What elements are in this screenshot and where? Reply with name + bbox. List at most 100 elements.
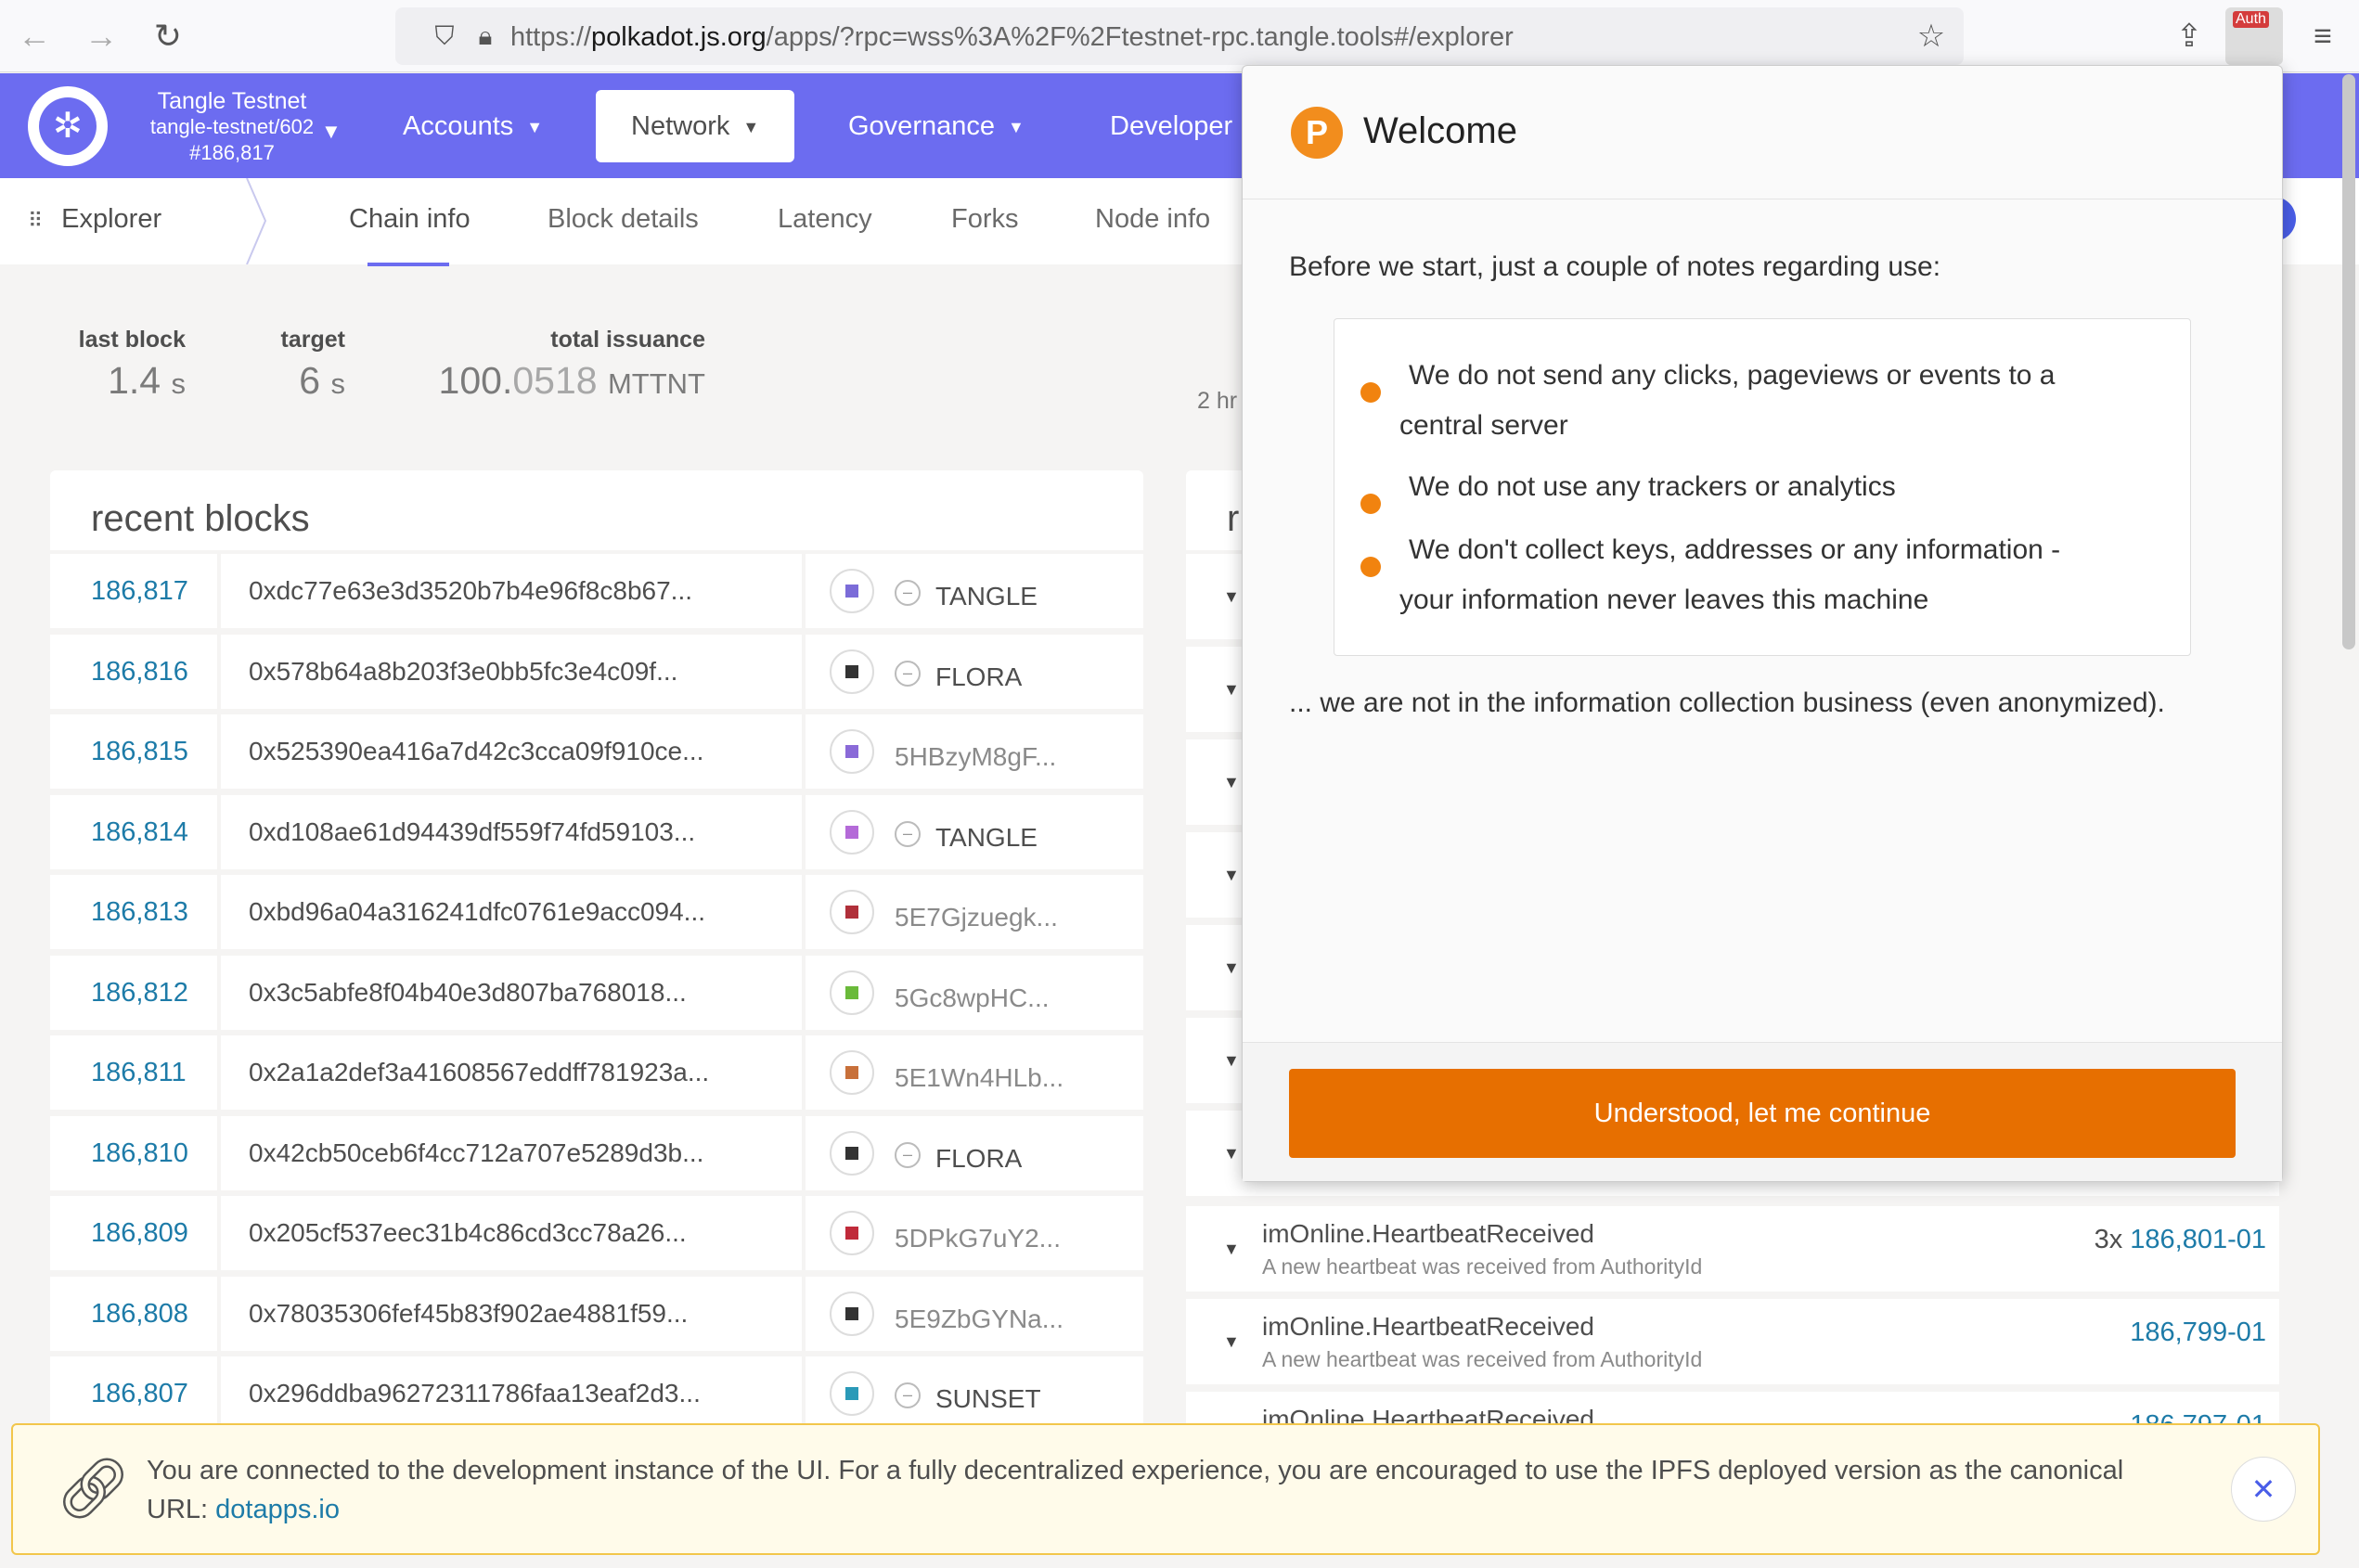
block-number-link[interactable]: 186,814 [91,817,188,848]
event-row[interactable]: ▼ imOnline.HeartbeatReceived A new heartbe… [1186,1206,2279,1292]
block-author[interactable]: 5E9ZbGYNa... [895,1305,1063,1334]
page-scrollbar[interactable] [2342,74,2355,649]
polkadot-extension-icon[interactable]: Auth [2225,7,2283,65]
block-row: 186,815 0x525390ea416a7d42c3cca09f910ce..… [50,714,1143,789]
block-number-link[interactable]: 186,808 [91,1299,188,1330]
chevron-down-icon[interactable]: ▼ [1223,587,1240,607]
chain-selector[interactable]: Tangle Testnet tangle-testnet/602 #186,8… [121,88,343,166]
identicon-icon[interactable] [830,649,874,694]
block-author[interactable]: SUNSET [935,1384,1041,1414]
event-title: imOnline.HeartbeatReceived [1262,1219,1594,1248]
dev-instance-banner: 🔗︎ You are connected to the development … [11,1423,2320,1555]
chain-block: #186,817 [189,141,275,164]
reload-icon[interactable]: ↻ [145,13,191,59]
block-author[interactable]: 5HBzyM8gF... [895,742,1056,772]
time-summary: 2 hr [1197,388,1238,414]
block-author[interactable]: 5E1Wn4HLb... [895,1063,1063,1093]
block-hash: 0x42cb50ceb6f4cc712a707e5289d3b... [249,1137,704,1167]
explorer-section[interactable]: ⠿ Explorer [28,204,161,235]
tab-forks[interactable]: Forks [951,204,1019,235]
block-number-link[interactable]: 186,812 [91,978,188,1009]
block-number-link[interactable]: 186,813 [91,897,188,928]
chevron-down-icon: ▼ [526,118,544,137]
tangle-logo[interactable]: ✲ [28,86,108,166]
block-hash: 0x2a1a2def3a41608567eddff781923a... [249,1058,710,1086]
identicon-icon[interactable] [830,729,874,774]
shield-icon[interactable]: ⛉ [421,13,468,59]
chevron-down-icon[interactable]: ▼ [1223,1240,1240,1259]
chevron-down-icon[interactable]: ▼ [1223,1332,1240,1352]
event-block-link[interactable]: 186,801-01 [2130,1225,2266,1254]
chevron-down-icon[interactable]: ▼ [1223,1144,1240,1163]
identicon-icon[interactable] [830,1050,874,1095]
notes-box: We do not send any clicks, pageviews or … [1334,318,2191,656]
identicon-icon[interactable] [830,970,874,1015]
block-hash: 0xd108ae61d94439df559f74fd59103... [249,816,696,846]
chevron-down-icon[interactable]: ▼ [1223,773,1240,792]
block-author[interactable]: FLORA [935,662,1022,692]
modal-outro: ... we are not in the information collec… [1289,688,2165,718]
event-description: A new heartbeat was received from Author… [1262,1347,1703,1371]
chevron-down-icon[interactable]: ▼ [1223,866,1240,885]
summary-total-issuance: total issuance 100.0518 MTTNT [438,327,705,402]
block-hash: 0xdc77e63e3d3520b7b4e96f8c8b67... [249,576,692,605]
block-author[interactable]: TANGLE [935,823,1038,853]
chevron-down-icon[interactable]: ▼ [1223,958,1240,978]
block-hash: 0x578b64a8b203f3e0bb5fc3e4c09f... [249,656,678,686]
identicon-icon[interactable] [830,1371,874,1416]
address-bar[interactable]: ⛉ 🔒︎ https://polkadot.js.org/apps/?rpc=w… [395,7,1964,65]
identity-icon: – [895,660,921,687]
tab-block-details[interactable]: Block details [548,204,699,235]
menu-accounts[interactable]: Accounts ▼ [367,90,578,162]
block-number-link[interactable]: 186,810 [91,1138,188,1169]
block-number-link[interactable]: 186,811 [91,1058,187,1088]
block-row: 186,812 0x3c5abfe8f04b40e3d807ba768018...… [50,955,1143,1030]
menu-governance[interactable]: Governance ▼ [813,90,1060,162]
block-author[interactable]: FLORA [935,1144,1022,1174]
forward-arrow-icon[interactable]: → [78,13,124,59]
block-number-link[interactable]: 186,807 [91,1379,188,1409]
back-arrow-icon[interactable]: ← [11,13,58,59]
chevron-down-icon[interactable]: ▼ [1223,680,1240,700]
ext-badge: Auth [2233,11,2269,28]
event-row[interactable]: ▼ imOnline.HeartbeatReceived A new heartbe… [1186,1299,2279,1384]
identicon-icon[interactable] [830,1291,874,1336]
bullet-icon [1360,494,1381,514]
close-icon[interactable]: ✕ [2231,1457,2296,1522]
chevron-down-icon[interactable]: ▼ [321,120,342,144]
chevron-down-icon[interactable]: ▼ [1223,1051,1240,1071]
identicon-icon[interactable] [830,1211,874,1255]
identicon-icon[interactable] [830,890,874,934]
block-number-link[interactable]: 186,815 [91,737,188,767]
block-number-link[interactable]: 186,809 [91,1218,188,1249]
event-block-link[interactable]: 186,799-01 [2130,1317,2266,1347]
block-author[interactable]: 5DPkG7uY2... [895,1224,1061,1253]
tab-chain-info[interactable]: Chain info [349,204,471,235]
modal-title: Welcome [1363,110,1517,151]
bookmark-star-icon[interactable]: ☆ [1908,13,1954,59]
chain-spec: tangle-testnet/602 [149,115,315,138]
identity-icon: – [895,580,921,606]
block-number-link[interactable]: 186,817 [91,576,188,607]
dotapps-link[interactable]: dotapps.io [215,1495,340,1524]
identicon-icon[interactable] [830,1130,874,1176]
block-author[interactable]: TANGLE [935,582,1038,611]
tab-node-info[interactable]: Node info [1095,204,1210,235]
block-row: 186,810 0x42cb50ceb6f4cc712a707e5289d3b..… [50,1115,1143,1190]
extensions-icon[interactable]: ⇪ [2166,13,2212,59]
menu-hamburger-icon[interactable]: ≡ [2300,13,2346,59]
identicon-icon[interactable] [830,569,874,613]
block-row: 186,813 0xbd96a04a316241dfc0761e9acc094..… [50,875,1143,949]
bullet-icon [1360,557,1381,577]
continue-button[interactable]: Understood, let me continue [1289,1069,2236,1158]
url-text: https://polkadot.js.org/apps/?rpc=wss%3A… [510,22,1514,52]
menu-developer[interactable]: Developer [1075,90,1268,162]
event-title: imOnline.HeartbeatReceived [1262,1312,1594,1341]
menu-network[interactable]: Network ▼ [596,90,795,162]
block-number-link[interactable]: 186,816 [91,657,188,688]
tab-latency[interactable]: Latency [778,204,872,235]
block-author[interactable]: 5Gc8wpHC... [895,983,1050,1013]
identicon-icon[interactable] [830,809,874,855]
lock-icon[interactable]: 🔒︎ [462,13,509,59]
block-author[interactable]: 5E7Gjzuegk... [895,903,1058,932]
